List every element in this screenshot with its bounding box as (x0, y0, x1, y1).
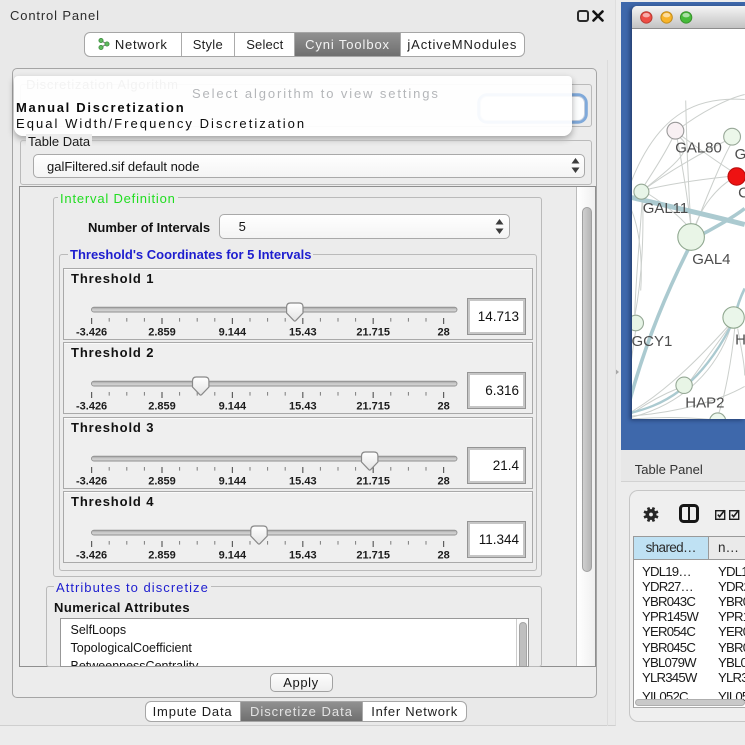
svg-text:2.859: 2.859 (148, 475, 176, 487)
svg-text:28: 28 (437, 475, 449, 487)
svg-text:28: 28 (437, 550, 449, 562)
svg-text:21.715: 21.715 (356, 550, 390, 562)
svg-text:15.43: 15.43 (289, 326, 317, 338)
svg-text:21.715: 21.715 (356, 326, 390, 338)
svg-text:2.859: 2.859 (148, 401, 176, 413)
svg-text:9.144: 9.144 (219, 550, 247, 562)
svg-text:9.144: 9.144 (219, 401, 247, 413)
svg-text:GAL4: GAL4 (692, 250, 730, 267)
svg-text:GCY1: GCY1 (632, 332, 672, 349)
svg-text:-3.426: -3.426 (76, 326, 107, 338)
svg-text:CY: CY (738, 184, 744, 201)
svg-text:21.715: 21.715 (356, 475, 390, 487)
svg-text:21.715: 21.715 (356, 401, 390, 413)
svg-text:GAL80: GAL80 (675, 139, 722, 156)
svg-text:GAL: GAL (735, 146, 745, 163)
svg-text:28: 28 (437, 401, 449, 413)
svg-text:15.43: 15.43 (289, 475, 317, 487)
svg-text:HI: HI (735, 331, 744, 348)
svg-text:15.43: 15.43 (289, 550, 317, 562)
svg-text:9.144: 9.144 (219, 475, 247, 487)
svg-text:HAP2: HAP2 (686, 394, 725, 411)
svg-text:-3.426: -3.426 (76, 401, 107, 413)
svg-text:-3.426: -3.426 (76, 475, 107, 487)
svg-text:28: 28 (437, 326, 449, 338)
svg-text:2.859: 2.859 (148, 326, 176, 338)
svg-text:2.859: 2.859 (148, 550, 176, 562)
svg-text:GAL11: GAL11 (643, 200, 689, 217)
svg-text:15.43: 15.43 (289, 401, 317, 413)
svg-text:9.144: 9.144 (219, 326, 247, 338)
svg-text:-3.426: -3.426 (76, 550, 107, 562)
